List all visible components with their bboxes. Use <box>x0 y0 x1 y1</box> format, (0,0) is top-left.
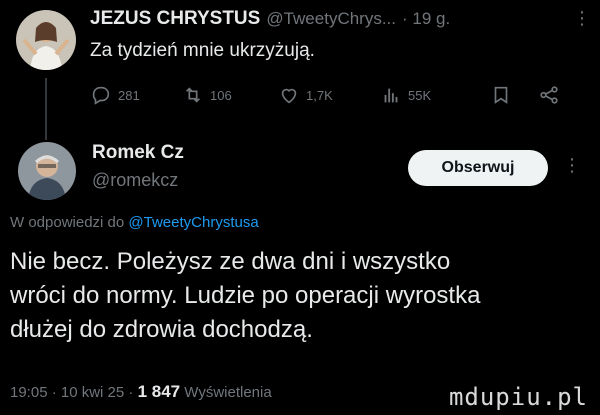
more-options-icon[interactable]: ⋮ <box>563 155 581 176</box>
tweet1-actions: 281 106 1,7K 55K <box>90 80 590 110</box>
tweet1-text: Za tydzień mnie ukrzyżują. <box>90 40 315 61</box>
tweet2-text-line: dłużej do zdrowia dochodzą. <box>10 316 313 343</box>
thread-line <box>45 78 47 140</box>
reply-icon <box>92 86 110 105</box>
follow-button[interactable]: Obserwuj <box>408 150 548 186</box>
retweet-button[interactable]: 106 <box>182 84 232 106</box>
retweet-count: 106 <box>210 87 232 103</box>
author-name[interactable]: Romek Cz <box>92 142 184 164</box>
reply-prefix: W odpowiedzi do <box>10 214 129 231</box>
views-button[interactable]: 55K <box>380 84 431 106</box>
avatar-romek[interactable] <box>18 142 76 200</box>
tweet-time[interactable]: · 19 g. <box>402 9 450 29</box>
avatar-jezus[interactable] <box>16 10 76 70</box>
bookmark-button[interactable] <box>490 84 512 106</box>
like-count: 1,7K <box>306 87 333 103</box>
watermark: mdupiu.pl <box>448 383 588 411</box>
author-handle[interactable]: @romekcz <box>92 170 178 191</box>
tweet2-text: Nie becz. Poleżysz ze dwa dni i wszystko… <box>10 245 595 347</box>
more-options-icon[interactable]: ⋮ <box>573 8 591 29</box>
views-count: 1 847 <box>137 382 181 401</box>
tweet2-meta: 19:05 · 10 kwi 25 · 1 847 Wyświetlenia <box>10 382 272 402</box>
heart-icon <box>281 88 297 104</box>
views-count: 55K <box>408 87 432 103</box>
reply-button[interactable]: 281 <box>90 84 140 106</box>
tweet-timestamp[interactable]: 19:05 · 10 kwi 25 · <box>10 384 138 401</box>
bookmark-icon <box>494 86 508 104</box>
share-button[interactable] <box>538 84 560 106</box>
reply-count: 281 <box>118 87 140 103</box>
tweet2-text-line: Nie becz. Poleżysz ze dwa dni i wszystko <box>10 248 451 275</box>
tweet2-text-line: wróci do normy. Ludzie po operacji wyros… <box>10 282 481 309</box>
reply-to-line: W odpowiedzi do @TweetyChrystusa <box>10 214 259 231</box>
reply-mention-link[interactable]: @TweetyChrystusa <box>128 214 258 231</box>
retweet-icon <box>185 87 201 103</box>
views-label: Wyświetlenia <box>180 384 272 401</box>
like-button[interactable]: 1,7K <box>278 84 333 106</box>
share-icon <box>540 86 558 104</box>
author-handle[interactable]: @TweetyChrys... <box>266 9 396 29</box>
author-name[interactable]: JEZUS CHRYSTUS <box>90 8 260 30</box>
views-icon <box>384 88 398 103</box>
tweet1-header: JEZUS CHRYSTUS @TweetyChrys... · 19 g. ⋮ <box>90 8 591 30</box>
